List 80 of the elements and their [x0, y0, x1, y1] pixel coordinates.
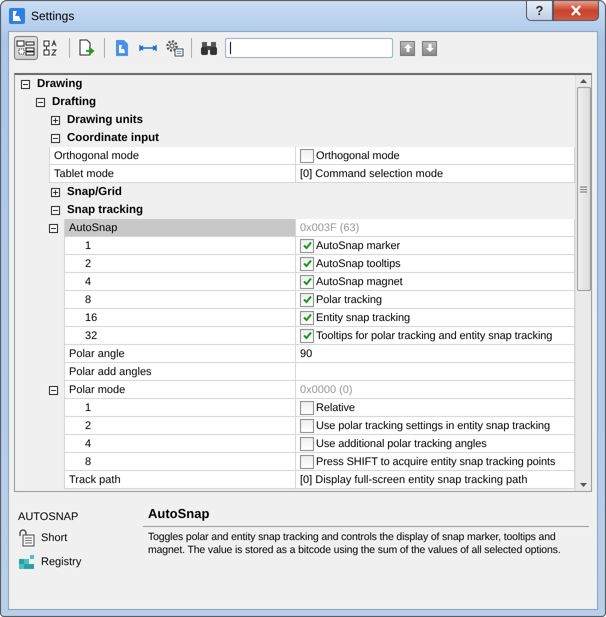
- scroll-down-icon[interactable]: [580, 483, 587, 487]
- checkbox[interactable]: [300, 256, 314, 270]
- category-heading[interactable]: Coordinate input: [67, 129, 159, 147]
- category-heading[interactable]: Drafting: [52, 93, 96, 111]
- lock-list-icon: [18, 529, 36, 547]
- checkbox[interactable]: [300, 292, 314, 306]
- setting-name[interactable]: Polar add angles: [64, 363, 296, 381]
- setting-name[interactable]: 4: [64, 435, 296, 453]
- option-label: Press SHIFT to acquire entity snap tracking points: [316, 456, 556, 468]
- checkbox[interactable]: [300, 148, 314, 162]
- expand-icon[interactable]: [51, 116, 60, 124]
- option-label: AutoSnap magnet: [316, 276, 403, 288]
- setting-name[interactable]: 1: [64, 237, 296, 255]
- setting-name[interactable]: 4: [64, 273, 296, 291]
- registry-blocks-icon: [18, 553, 36, 571]
- setting-name[interactable]: 8: [64, 453, 296, 471]
- collapse-icon[interactable]: [36, 98, 45, 106]
- setting-name[interactable]: Polar angle: [64, 345, 296, 363]
- option-label: Use additional polar tracking angles: [316, 438, 487, 450]
- close-button[interactable]: [553, 1, 599, 21]
- window-title: Settings: [31, 9, 74, 23]
- checkbox[interactable]: [300, 436, 314, 450]
- help-link[interactable]: Registry: [18, 553, 143, 571]
- close-icon: [570, 5, 582, 16]
- collapse-icon[interactable]: [51, 134, 60, 142]
- setting-name[interactable]: 8: [64, 291, 296, 309]
- search-field[interactable]: [225, 38, 393, 58]
- checkbox[interactable]: [300, 400, 314, 414]
- setting-value[interactable]: 90: [296, 345, 575, 363]
- collapse-icon[interactable]: [49, 386, 58, 394]
- scroll-up-icon[interactable]: [580, 79, 587, 83]
- setting-name[interactable]: 1: [64, 399, 296, 417]
- option-label: Entity snap tracking: [316, 312, 410, 324]
- option-label: Use polar tracking settings in entity snap tracking: [316, 420, 550, 432]
- category-heading[interactable]: Drawing units: [67, 111, 144, 129]
- setting-name[interactable]: 2: [64, 255, 296, 273]
- collapse-icon[interactable]: [21, 80, 30, 88]
- checkbox[interactable]: [300, 238, 314, 252]
- up-arrow-icon: [402, 43, 412, 53]
- down-arrow-icon: [424, 43, 434, 53]
- scroll-thumb[interactable]: [576, 87, 590, 291]
- option-label: AutoSnap marker: [316, 240, 400, 252]
- checkbox[interactable]: [300, 328, 314, 342]
- app-logo-icon: [9, 8, 25, 24]
- collapse-icon[interactable]: [51, 206, 60, 214]
- checkbox[interactable]: [300, 454, 314, 468]
- category-heading[interactable]: Drawing: [37, 75, 82, 93]
- setting-name[interactable]: Polar mode: [64, 381, 296, 399]
- help-title: AutoSnap: [143, 506, 589, 527]
- previous-match-button[interactable]: [400, 40, 415, 56]
- vertical-scrollbar[interactable]: [575, 75, 591, 491]
- categorized-view-button[interactable]: [14, 36, 38, 60]
- setting-name[interactable]: Orthogonal mode: [49, 147, 296, 165]
- option-label: Relative: [316, 402, 355, 414]
- help-description: Toggles polar and entity snap tracking and controls the display of snap marker, tooltips and magnet. The value is stored as a bitcode using the sum of the values of all selected options.: [148, 531, 562, 557]
- binoculars-icon: [199, 39, 219, 57]
- option-label: Polar tracking: [316, 294, 382, 306]
- help-link[interactable]: Short: [18, 529, 143, 547]
- setting-name[interactable]: Tablet mode: [49, 165, 296, 183]
- category-heading[interactable]: Snap/Grid: [67, 183, 122, 201]
- checkbox[interactable]: [300, 310, 314, 324]
- option-label: Tooltips for polar tracking and entity snap tracking: [316, 330, 552, 342]
- setting-name[interactable]: 2: [64, 417, 296, 435]
- setting-name[interactable]: AutoSnap: [64, 219, 296, 237]
- option-label: Orthogonal mode: [316, 150, 400, 162]
- collapse-icon[interactable]: [49, 224, 58, 232]
- next-match-button[interactable]: [422, 40, 437, 56]
- setting-name[interactable]: Track path: [64, 471, 296, 489]
- help-button[interactable]: ?: [526, 1, 553, 21]
- setting-value[interactable]: [0] Command selection mode: [296, 165, 575, 183]
- checkbox[interactable]: [300, 274, 314, 288]
- checkbox[interactable]: [300, 418, 314, 432]
- setting-name[interactable]: 16: [64, 309, 296, 327]
- variable-name: AUTOSNAP: [18, 511, 80, 523]
- setting-value[interactable]: [0] Display full-screen entity snap tracking path: [296, 471, 575, 489]
- expand-icon[interactable]: [51, 188, 60, 196]
- setting-name[interactable]: 32: [64, 327, 296, 345]
- document-logo-icon: [114, 39, 130, 57]
- category-heading[interactable]: Snap tracking: [67, 201, 144, 219]
- option-label: AutoSnap tooltips: [316, 258, 401, 270]
